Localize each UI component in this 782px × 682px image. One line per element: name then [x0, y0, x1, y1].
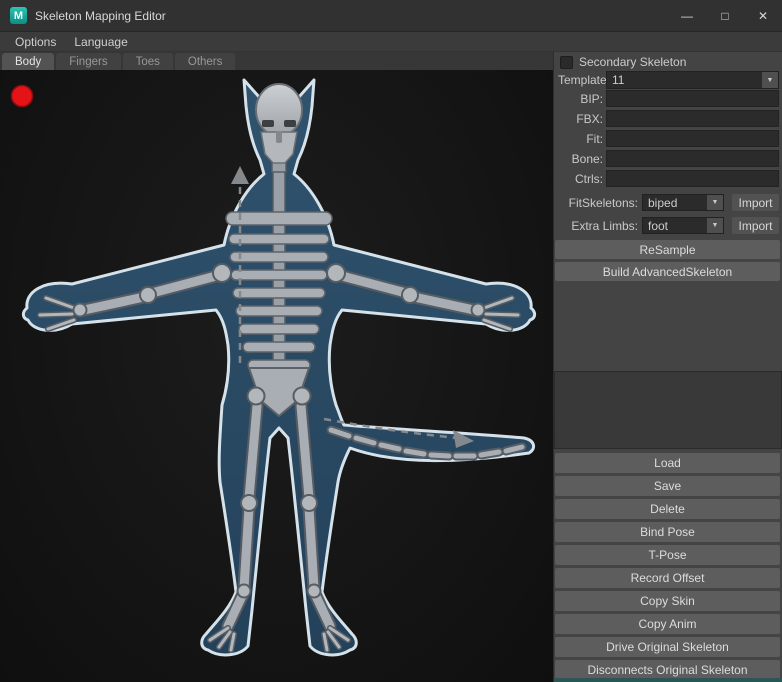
bip-label: BIP:: [554, 92, 606, 106]
left-column: Body Fingers Toes Others: [0, 52, 553, 682]
extra-limbs-row: Extra Limbs: foot ▼ Import: [554, 217, 779, 234]
record-indicator[interactable]: [12, 86, 33, 107]
chevron-down-icon[interactable]: ▼: [707, 218, 723, 233]
drive-original-skeleton-button[interactable]: Drive Original Skeleton: [555, 637, 780, 657]
bone-row: Bone:: [554, 150, 779, 167]
skull-eye-right: [284, 120, 296, 127]
maximize-button[interactable]: □: [706, 0, 744, 31]
character-viewport[interactable]: [0, 70, 553, 682]
menubar: Options Language: [0, 32, 782, 52]
secondary-skeleton-checkbox[interactable]: [560, 56, 573, 69]
menu-options[interactable]: Options: [6, 33, 65, 51]
chevron-down-icon[interactable]: ▼: [762, 72, 778, 88]
bip-row: BIP:: [554, 90, 779, 107]
window-title: Skeleton Mapping Editor: [35, 9, 166, 23]
load-button[interactable]: Load: [555, 453, 780, 473]
t-pose-button[interactable]: T-Pose: [555, 545, 780, 565]
ctrls-label: Ctrls:: [554, 172, 606, 186]
tab-body[interactable]: Body: [2, 53, 54, 70]
fitskeletons-label: FitSkeletons:: [554, 196, 642, 210]
menu-language[interactable]: Language: [65, 33, 136, 51]
close-button[interactable]: ✕: [744, 0, 782, 31]
fitskeletons-import-button[interactable]: Import: [732, 194, 779, 211]
titlebar: M Skeleton Mapping Editor — □ ✕: [0, 0, 782, 32]
copy-anim-button[interactable]: Copy Anim: [555, 614, 780, 634]
panel-footer-accent-bar: [554, 678, 782, 682]
window-controls: — □ ✕: [668, 0, 782, 31]
skull-nose: [276, 131, 282, 143]
save-button[interactable]: Save: [555, 476, 780, 496]
main-area: Body Fingers Toes Others: [0, 52, 782, 682]
fit-label: Fit:: [554, 132, 606, 146]
tab-toes[interactable]: Toes: [123, 53, 173, 70]
fitskeletons-value: biped: [648, 196, 677, 210]
tab-fingers[interactable]: Fingers: [56, 53, 120, 70]
viewport-canvas: [0, 70, 553, 682]
bone-label: Bone:: [554, 152, 606, 166]
bip-input[interactable]: [606, 90, 779, 107]
extra-limbs-label: Extra Limbs:: [554, 219, 642, 233]
template-value: 11: [612, 73, 624, 87]
extra-limbs-import-button[interactable]: Import: [732, 217, 779, 234]
template-row: Template 11 ▼: [558, 71, 779, 89]
record-offset-button[interactable]: Record Offset: [555, 568, 780, 588]
fbx-input[interactable]: [606, 110, 779, 127]
fitskeletons-dropdown[interactable]: biped ▼: [642, 194, 724, 211]
ctrls-row: Ctrls:: [554, 170, 779, 187]
skeleton-mapping-editor-window: M Skeleton Mapping Editor — □ ✕ Options …: [0, 0, 782, 682]
fit-input[interactable]: [606, 130, 779, 147]
skeleton-bones: [40, 84, 522, 650]
template-dropdown[interactable]: 11 ▼: [606, 71, 779, 89]
fit-row: Fit:: [554, 130, 779, 147]
fbx-label: FBX:: [554, 112, 606, 126]
skull-eye-left: [262, 120, 274, 127]
minimize-button[interactable]: —: [668, 0, 706, 31]
chevron-down-icon[interactable]: ▼: [707, 195, 723, 210]
copy-skin-button[interactable]: Copy Skin: [555, 591, 780, 611]
bone-input[interactable]: [606, 150, 779, 167]
secondary-skeleton-label: Secondary Skeleton: [579, 55, 686, 69]
template-label: Template: [558, 73, 606, 87]
resample-button[interactable]: ReSample: [555, 240, 780, 259]
chest-bone: [226, 212, 332, 225]
disconnects-original-skeleton-button[interactable]: Disconnects Original Skeleton: [555, 660, 780, 680]
build-advancedskeleton-button[interactable]: Build AdvancedSkeleton: [555, 262, 780, 281]
fitskeletons-row: FitSkeletons: biped ▼ Import: [554, 194, 779, 211]
maya-logo-icon: M: [10, 7, 27, 24]
bind-pose-button[interactable]: Bind Pose: [555, 522, 780, 542]
secondary-skeleton-row: Secondary Skeleton: [560, 55, 686, 69]
delete-button[interactable]: Delete: [555, 499, 780, 519]
tab-bar: Body Fingers Toes Others: [0, 52, 553, 70]
ctrls-input[interactable]: [606, 170, 779, 187]
right-panel: Secondary Skeleton Template 11 ▼ BIP: FB…: [553, 52, 782, 682]
extra-limbs-value: foot: [648, 219, 668, 233]
mapping-list-box[interactable]: [554, 371, 782, 449]
fbx-row: FBX:: [554, 110, 779, 127]
extra-limbs-dropdown[interactable]: foot ▼: [642, 217, 724, 234]
tab-others[interactable]: Others: [175, 53, 236, 70]
